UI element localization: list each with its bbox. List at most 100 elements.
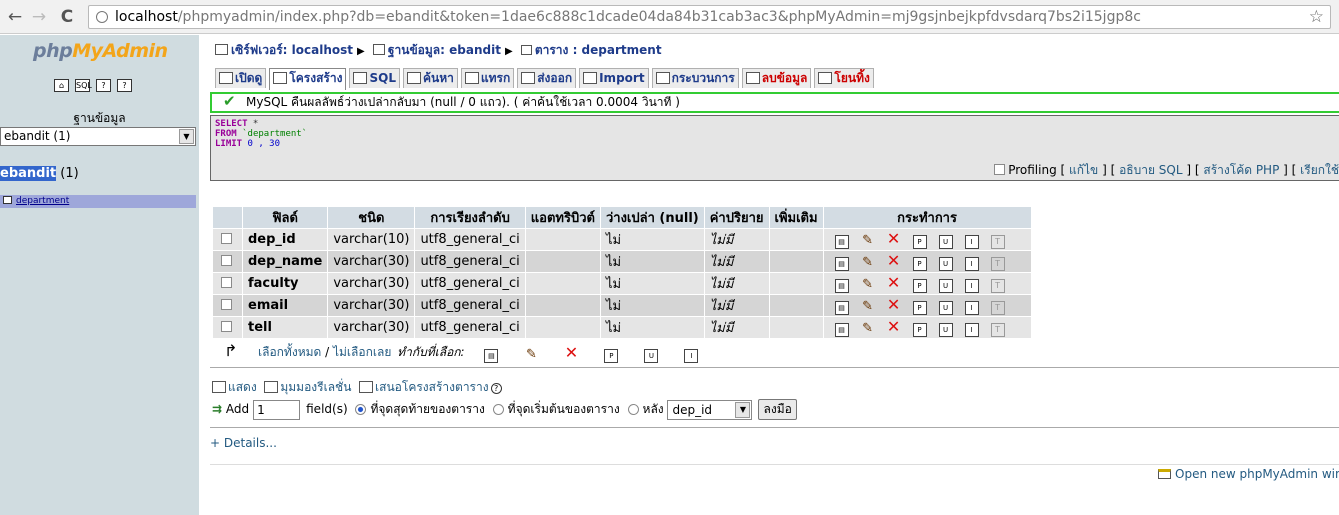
field-count-input[interactable]: 1 — [253, 399, 301, 420]
unique-icon[interactable]: U — [938, 322, 953, 337]
bulk-browse-icon[interactable]: ▤ — [484, 349, 499, 363]
col-null[interactable]: ว่างเปล่า (null) — [600, 207, 704, 228]
row-checkbox[interactable] — [220, 321, 232, 332]
go-button[interactable]: ลงมือ — [758, 399, 797, 420]
edit-pencil-icon[interactable]: ✎ — [861, 233, 875, 248]
index-icon[interactable]: I — [964, 256, 979, 271]
database-link[interactable]: ebandit (1) — [0, 166, 79, 181]
profiling-checkbox[interactable] — [994, 164, 1006, 175]
breadcrumb-database[interactable]: ฐานข้อมูล: ebandit — [388, 43, 501, 57]
row-checkbox[interactable] — [220, 233, 232, 244]
reload-icon[interactable]: C — [56, 6, 78, 28]
index-icon[interactable]: I — [964, 234, 979, 249]
back-icon[interactable]: ← — [4, 6, 26, 28]
col-extra[interactable]: เพิ่มเติม — [769, 207, 823, 228]
tab-insert[interactable]: แทรก — [460, 68, 515, 88]
print-view-link[interactable]: แสดง — [228, 380, 257, 394]
fulltext-icon[interactable]: T — [990, 300, 1005, 315]
primary-key-icon[interactable]: P — [912, 256, 927, 271]
drop-column-icon[interactable]: ✕ — [887, 318, 901, 334]
fulltext-icon[interactable]: T — [990, 278, 1005, 293]
primary-key-icon[interactable]: P — [912, 278, 927, 293]
drop-column-icon[interactable]: ✕ — [887, 296, 901, 312]
tab-export[interactable]: ส่งออก — [517, 68, 577, 88]
unique-icon[interactable]: U — [938, 300, 953, 315]
edit-pencil-icon[interactable]: ✎ — [861, 321, 875, 336]
bulk-primary-icon[interactable]: P — [604, 349, 619, 363]
primary-key-icon[interactable]: P — [912, 300, 927, 315]
row-checkbox[interactable] — [220, 277, 232, 288]
tab-structure[interactable]: โครงสร้าง — [269, 68, 347, 90]
fulltext-icon[interactable]: T — [990, 234, 1005, 249]
tab-drop[interactable]: โยนทิ้ง — [814, 68, 874, 88]
phpmyadmin-logo[interactable]: phpMyAdmin — [33, 40, 168, 62]
col-type[interactable]: ชนิด — [328, 207, 415, 228]
bulk-drop-icon[interactable]: ✕ — [564, 345, 578, 361]
sidebar-table-link[interactable]: department — [16, 196, 69, 206]
browse-values-icon[interactable]: ▤ — [834, 322, 849, 337]
row-checkbox[interactable] — [220, 299, 232, 310]
uncheck-all-link[interactable]: ไม่เลือกเลย — [333, 345, 391, 359]
fulltext-icon[interactable]: T — [990, 256, 1005, 271]
breadcrumb-table[interactable]: ตาราง : department — [535, 43, 662, 57]
database-select[interactable]: ebandit (1) ▼ — [0, 127, 196, 146]
unique-icon[interactable]: U — [938, 256, 953, 271]
bulk-index-icon[interactable]: I — [684, 349, 699, 363]
edit-pencil-icon[interactable]: ✎ — [861, 299, 875, 314]
edit-sql-link[interactable]: แก้ไข — [1069, 163, 1098, 177]
explain-sql-link[interactable]: อธิบาย SQL — [1119, 163, 1182, 177]
bulk-unique-icon[interactable]: U — [644, 349, 659, 363]
mysql-docs-icon[interactable]: ? — [117, 79, 132, 92]
tab-empty[interactable]: ลบข้อมูล — [741, 68, 812, 88]
browse-values-icon[interactable]: ▤ — [834, 300, 849, 315]
col-collation[interactable]: การเรียงลำดับ — [415, 207, 525, 228]
tab-import[interactable]: Import — [579, 68, 649, 88]
edit-pencil-icon[interactable]: ✎ — [861, 277, 875, 292]
browse-values-icon[interactable]: ▤ — [834, 278, 849, 293]
bulk-edit-icon[interactable]: ✎ — [524, 348, 538, 362]
create-php-link[interactable]: สร้างโค้ด PHP — [1203, 163, 1279, 177]
drop-column-icon[interactable]: ✕ — [887, 230, 901, 246]
fulltext-icon[interactable]: T — [990, 322, 1005, 337]
edit-pencil-icon[interactable]: ✎ — [861, 255, 875, 270]
index-icon[interactable]: I — [964, 278, 979, 293]
primary-key-icon[interactable]: P — [912, 234, 927, 249]
sidebar-table-item[interactable]: department — [0, 195, 196, 208]
unique-icon[interactable]: U — [938, 234, 953, 249]
bookmark-star-icon[interactable]: ☆ — [1309, 6, 1324, 28]
tab-operations[interactable]: กระบวนการ — [651, 68, 739, 88]
sql-query-icon[interactable]: SQL — [75, 79, 92, 92]
relation-view-link[interactable]: มุมมองรีเลชั่น — [280, 380, 351, 394]
browse-values-icon[interactable]: ▤ — [834, 256, 849, 271]
check-all-link[interactable]: เลือกทั้งหมด — [258, 345, 321, 359]
after-radio[interactable] — [627, 404, 639, 415]
at-beginning-radio[interactable] — [492, 404, 504, 415]
breadcrumb-server[interactable]: เซิร์ฟเวอร์: localhost — [231, 43, 353, 57]
address-bar[interactable]: localhost/phpmyadmin/index.php?db=ebandi… — [88, 5, 1331, 29]
index-icon[interactable]: I — [964, 322, 979, 337]
details-link[interactable]: + Details... — [210, 436, 277, 450]
tab-browse[interactable]: เปิดดู — [215, 68, 267, 88]
page-info-icon[interactable] — [96, 11, 108, 23]
home-icon[interactable]: ⌂ — [54, 79, 69, 92]
index-icon[interactable]: I — [964, 300, 979, 315]
at-end-radio[interactable] — [355, 404, 367, 415]
after-column-select[interactable]: dep_id ▼ — [667, 399, 753, 420]
col-default[interactable]: ค่าปริยาย — [704, 207, 769, 228]
drop-column-icon[interactable]: ✕ — [887, 252, 901, 268]
primary-key-icon[interactable]: P — [912, 322, 927, 337]
tab-sql[interactable]: SQL — [349, 68, 400, 88]
drop-column-icon[interactable]: ✕ — [887, 274, 901, 290]
propose-structure-link[interactable]: เสนอโครงสร้างตาราง — [375, 380, 489, 394]
tab-search[interactable]: ค้นหา — [402, 68, 458, 88]
docs-icon[interactable]: ? — [96, 79, 111, 92]
col-attributes[interactable]: แอตทริบิวต์ — [525, 207, 600, 228]
open-new-window-link[interactable]: Open new phpMyAdmin window — [1158, 467, 1339, 481]
unique-icon[interactable]: U — [938, 278, 953, 293]
forward-icon[interactable]: → — [28, 6, 50, 28]
row-checkbox[interactable] — [220, 255, 232, 266]
refresh-link[interactable]: เรียกใช้ — [1300, 163, 1339, 177]
help-icon[interactable]: ? — [490, 383, 502, 394]
browse-values-icon[interactable]: ▤ — [834, 234, 849, 249]
col-field[interactable]: ฟิลด์ — [243, 207, 328, 228]
